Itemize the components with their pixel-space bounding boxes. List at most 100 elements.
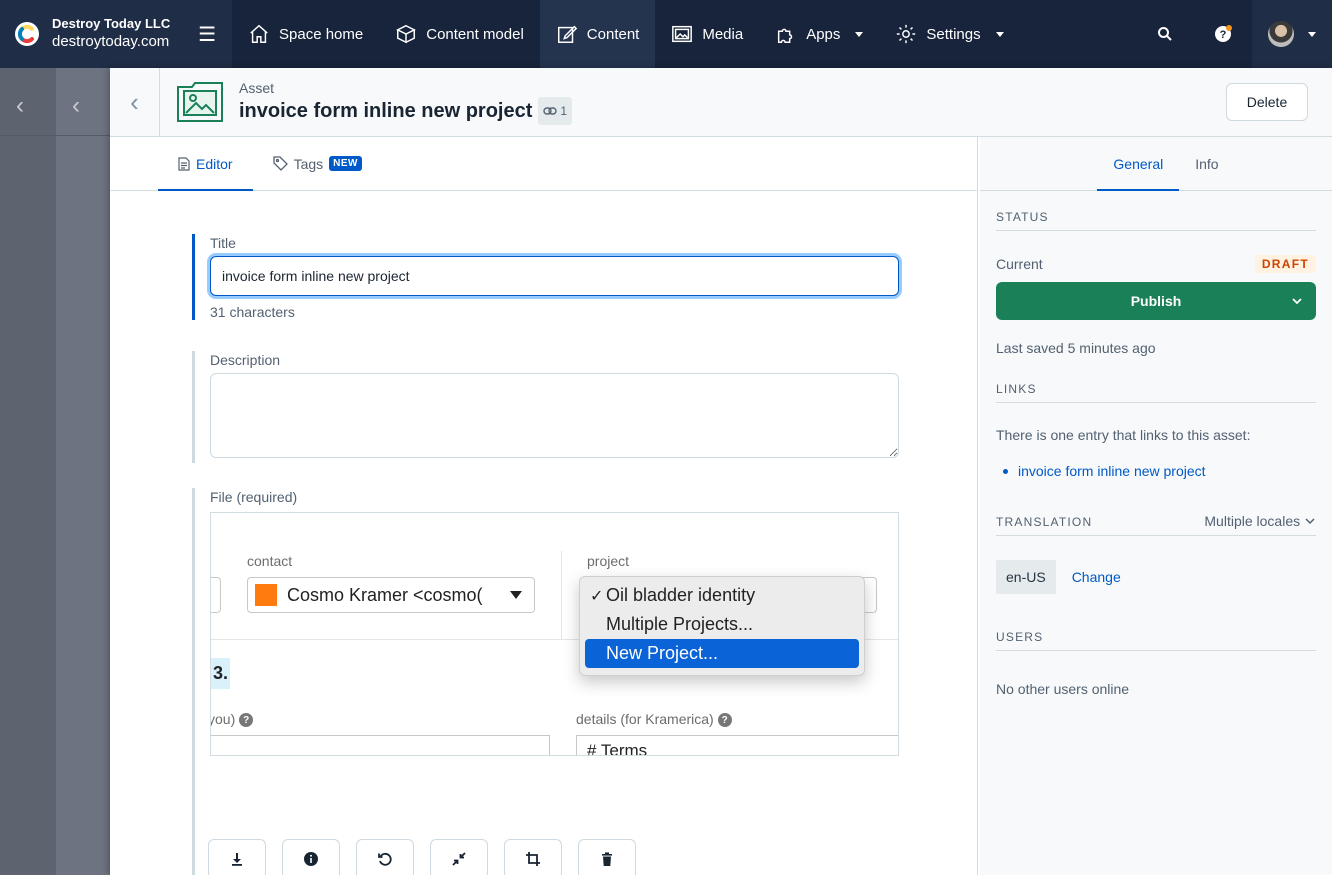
- chevron-down-icon: [995, 31, 1004, 37]
- resize-button[interactable]: [430, 839, 488, 875]
- contentful-logo-icon: [15, 22, 39, 46]
- nav-label: Media: [702, 25, 744, 43]
- background-entry-stack: ‹ ‹: [0, 68, 112, 875]
- preview-menu-option: Multiple Projects...: [606, 614, 754, 634]
- image-icon: [672, 25, 693, 43]
- file-preview-image[interactable]: contact Cosmo Kramer <cosmo( project Oil…: [210, 512, 899, 756]
- help-button[interactable]: ?: [1194, 0, 1252, 68]
- asset-type-label: Asset: [239, 79, 275, 96]
- delete-file-button[interactable]: [578, 839, 636, 875]
- title-input[interactable]: [210, 256, 899, 296]
- preview-terms-box: # Terms: [576, 735, 898, 755]
- description-input[interactable]: [210, 373, 899, 458]
- download-icon: [232, 853, 242, 866]
- nav-content-model[interactable]: Content model: [379, 0, 540, 68]
- preview-contact-value: Cosmo Kramer <cosmo(: [287, 584, 483, 605]
- publish-button[interactable]: Publish: [996, 282, 1316, 320]
- file-toolbar: [208, 839, 636, 875]
- tab-editor[interactable]: Editor: [158, 137, 253, 191]
- preview-menu-option: New Project...: [585, 639, 859, 668]
- chevron-left-icon: ‹: [130, 86, 139, 117]
- description-field: Description: [192, 351, 899, 463]
- users-heading: USERS: [996, 630, 1316, 651]
- preview-menu-option: Oil bladder identity: [585, 581, 859, 610]
- chevron-down-icon: [1305, 518, 1315, 525]
- crop-button[interactable]: [504, 839, 562, 875]
- status-heading: STATUS: [996, 210, 1316, 231]
- info-button[interactable]: [282, 839, 340, 875]
- document-icon: [178, 156, 190, 171]
- nav-apps[interactable]: Apps: [759, 0, 879, 68]
- chevron-left-icon[interactable]: ‹: [16, 92, 24, 120]
- bullet-icon: [1003, 468, 1008, 474]
- status-badge: DRAFT: [1254, 255, 1316, 273]
- links-text: There is one entry that links to this as…: [996, 427, 1251, 443]
- menu-icon[interactable]: ☰: [198, 22, 216, 47]
- links-heading: LINKS: [996, 382, 1316, 403]
- nav-label: Content: [586, 25, 640, 43]
- asset-header: ‹ Asset invoice form inline new project …: [110, 67, 1332, 137]
- trash-icon: [602, 852, 612, 866]
- status-section: STATUS Current DRAFT Publish Last saved …: [996, 210, 1316, 356]
- rotate-button[interactable]: [356, 839, 414, 875]
- delete-button[interactable]: Delete: [1226, 83, 1308, 121]
- nav-space-home[interactable]: Space home: [232, 0, 379, 68]
- locale-pill: en-US: [996, 560, 1056, 594]
- change-locale-link[interactable]: Change: [1072, 569, 1121, 585]
- chevron-left-icon[interactable]: ‹: [72, 92, 80, 120]
- space-switcher[interactable]: Destroy Today LLC destroytoday.com ☰: [0, 0, 232, 68]
- tag-icon: [272, 156, 288, 171]
- rotate-icon: [378, 852, 392, 866]
- account-menu[interactable]: [1252, 0, 1332, 68]
- download-button[interactable]: [208, 839, 266, 875]
- title-label: Title: [210, 235, 236, 251]
- tab-general[interactable]: General: [1097, 137, 1180, 191]
- tab-info[interactable]: Info: [1179, 137, 1234, 190]
- link-count-badge[interactable]: 1: [538, 96, 573, 125]
- search-button[interactable]: [1136, 0, 1194, 68]
- asset-title: invoice form inline new project: [239, 99, 533, 122]
- tab-tags[interactable]: Tags NEW: [253, 137, 382, 190]
- nav-label: Space home: [279, 25, 364, 43]
- preview-contact-select: Cosmo Kramer <cosmo(: [247, 577, 535, 613]
- preview-right-label: details (for Kramerica): [576, 711, 714, 727]
- translation-section: TRANSLATION Multiple locales en-US Chang…: [996, 513, 1316, 594]
- nav-label: Apps: [806, 25, 841, 43]
- current-label: Current: [996, 256, 1043, 272]
- cube-icon: [396, 24, 417, 44]
- linked-entry-link[interactable]: invoice form inline new project: [1018, 463, 1206, 479]
- file-field: File (required) contact Cosmo Kramer <co…: [192, 488, 899, 875]
- file-label: File (required): [210, 489, 298, 505]
- sidebar-tabs: General Info: [980, 137, 1332, 191]
- last-saved: Last saved 5 minutes ago: [996, 340, 1156, 356]
- nav-media[interactable]: Media: [655, 0, 759, 68]
- chevron-down-icon: [855, 31, 864, 37]
- help-icon: ?: [1215, 25, 1232, 42]
- home-icon: [250, 24, 268, 43]
- edit-icon: [557, 25, 578, 43]
- users-section: USERS No other users online: [996, 630, 1316, 697]
- nav-label: Content model: [426, 25, 524, 43]
- link-count: 1: [560, 103, 568, 118]
- editor-column: Editor Tags NEW Title 31 characters Desc…: [110, 137, 978, 875]
- resize-icon: [452, 852, 466, 866]
- svg-text:?: ?: [1220, 29, 1227, 41]
- puzzle-icon: [778, 28, 793, 43]
- publish-label: Publish: [1130, 293, 1182, 309]
- tab-label: Editor: [196, 155, 233, 172]
- locale-mode-select[interactable]: Multiple locales: [1204, 513, 1316, 529]
- avatar: [1268, 21, 1294, 47]
- description-label: Description: [210, 352, 281, 368]
- links-section: LINKS There is one entry that links to t…: [996, 382, 1316, 479]
- asset-editor-panel: ‹ Asset invoice form inline new project …: [110, 67, 1332, 875]
- users-status: No other users online: [996, 681, 1130, 697]
- question-icon: ?: [717, 713, 732, 728]
- nav-settings[interactable]: Settings: [879, 0, 1019, 68]
- chevron-down-icon[interactable]: [1288, 292, 1306, 310]
- editor-tabs: Editor Tags NEW: [110, 137, 977, 191]
- nav-content[interactable]: Content: [539, 0, 656, 68]
- question-icon: ?: [239, 713, 254, 728]
- preview-step-badge: 3.: [211, 658, 230, 689]
- back-button[interactable]: ‹: [110, 67, 160, 137]
- dropdown-arrow-icon: [510, 591, 522, 599]
